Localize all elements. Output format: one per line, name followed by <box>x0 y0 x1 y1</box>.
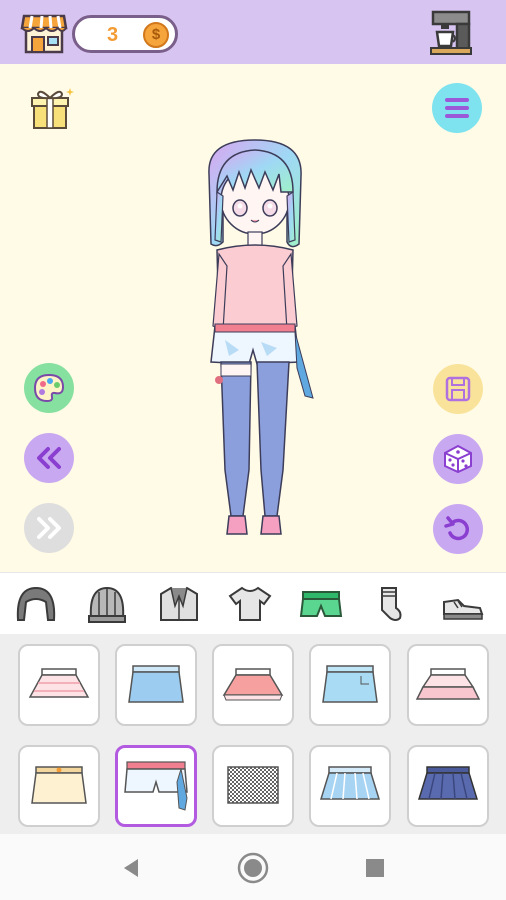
item-coral-frill-skirt[interactable] <box>212 644 294 726</box>
category-shoes[interactable] <box>438 581 486 627</box>
save-button[interactable] <box>433 364 483 414</box>
shop-button[interactable] <box>20 10 68 56</box>
item-navy-pleated-skirt[interactable] <box>407 745 489 827</box>
palette-icon <box>33 373 65 403</box>
shoe-icon <box>443 598 484 620</box>
jacket-icon <box>160 586 198 621</box>
hair-icon <box>16 586 56 621</box>
category-top[interactable] <box>226 581 274 627</box>
character-doll <box>208 139 314 535</box>
item-beige-skirt[interactable] <box>18 745 100 827</box>
item-denim-skirt[interactable] <box>309 644 391 726</box>
ribbon-shorts-icon <box>124 761 188 811</box>
menu-button[interactable] <box>432 83 482 133</box>
shop-icon <box>20 14 68 54</box>
recents-button[interactable] <box>357 850 393 886</box>
pink-frill-skirt-icon <box>28 668 90 698</box>
checkered-skirt-icon <box>227 766 279 804</box>
system-nav-bar <box>0 834 506 900</box>
blue-mini-skirt-icon <box>128 665 184 703</box>
menu-icon <box>445 98 469 118</box>
coffee-machine-icon <box>430 10 472 55</box>
save-icon <box>445 376 471 402</box>
dice-icon <box>444 444 472 474</box>
item-blue-mini-skirt[interactable] <box>115 644 197 726</box>
tshirt-icon <box>228 586 272 621</box>
category-bar <box>0 572 506 634</box>
random-button[interactable] <box>433 434 483 484</box>
home-circle-icon <box>237 852 269 884</box>
coin-icon: $ <box>143 22 169 48</box>
gift-icon <box>31 88 74 129</box>
home-button[interactable] <box>235 850 271 886</box>
category-hair[interactable] <box>12 581 60 627</box>
beige-skirt-icon <box>31 766 87 804</box>
item-checkered-skirt[interactable] <box>212 745 294 827</box>
category-jacket[interactable] <box>155 581 203 627</box>
palette-button[interactable] <box>24 363 74 413</box>
rewind-icon <box>37 447 61 469</box>
coin-counter: 3 $ <box>72 15 178 53</box>
coffee-machine-button[interactable] <box>427 10 475 56</box>
category-socks[interactable] <box>366 581 414 627</box>
pink-ruffle-skirt-icon <box>415 668 481 700</box>
recents-square-icon <box>366 859 384 877</box>
coin-count: 3 <box>107 24 119 46</box>
shorts-icon <box>299 591 343 617</box>
fast-forward-icon <box>37 517 61 539</box>
back-button[interactable] <box>113 850 149 886</box>
sock-icon <box>381 587 402 621</box>
category-bottoms[interactable] <box>297 581 345 627</box>
pleated-blue-skirt-icon <box>319 766 381 800</box>
reset-icon <box>444 516 469 541</box>
reset-button[interactable] <box>433 504 483 554</box>
top-bar: 3 $ <box>0 0 506 64</box>
navy-pleated-skirt-icon <box>417 766 479 800</box>
item-pleated-blue-skirt[interactable] <box>309 745 391 827</box>
back-triangle-icon <box>124 859 138 877</box>
rewind-button[interactable] <box>24 433 74 483</box>
fast-forward-button[interactable] <box>24 503 74 553</box>
coral-frill-skirt-icon <box>222 668 284 701</box>
gift-button[interactable] <box>26 84 76 134</box>
dress-up-stage <box>0 64 506 572</box>
denim-skirt-icon <box>322 665 378 703</box>
beanie-icon <box>88 586 126 623</box>
item-pink-ruffle-skirt[interactable] <box>407 644 489 726</box>
category-hat[interactable] <box>83 581 131 627</box>
item-ribbon-shorts[interactable] <box>115 745 197 827</box>
item-pink-frill-skirt[interactable] <box>18 644 100 726</box>
item-grid <box>0 634 506 834</box>
